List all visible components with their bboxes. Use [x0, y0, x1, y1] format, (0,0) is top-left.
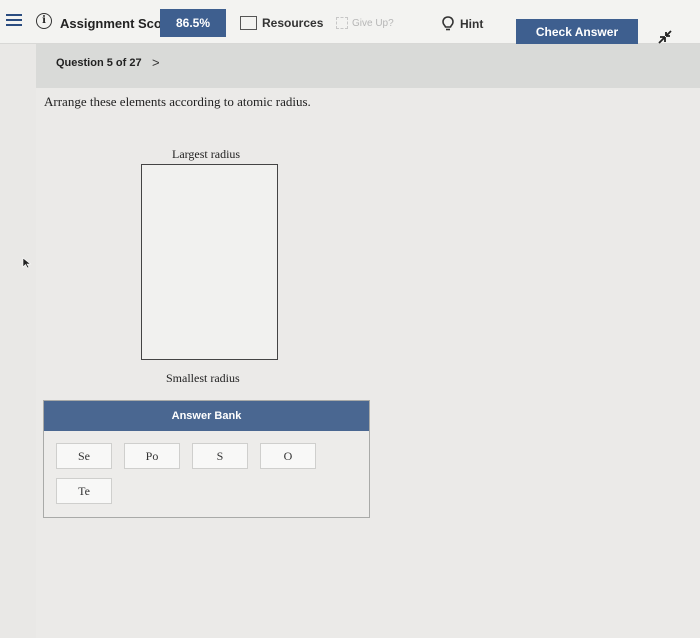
mouse-cursor-icon — [22, 257, 32, 269]
resources-icon — [240, 16, 257, 30]
question-counter: Question 5 of 27 — [56, 57, 142, 69]
next-question-icon[interactable]: > — [152, 55, 160, 70]
hint-button[interactable]: Hint — [442, 15, 483, 33]
element-tile-s[interactable]: S — [192, 443, 248, 469]
resources-label: Resources — [262, 16, 324, 30]
largest-radius-label: Largest radius — [172, 147, 241, 161]
question-panel — [36, 88, 700, 638]
ranking-drop-zone[interactable] — [141, 164, 278, 360]
question-prompt: Arrange these elements according to atom… — [44, 94, 311, 109]
answer-bank: Answer Bank Se Po S O Te — [43, 400, 370, 518]
smallest-radius-label: Smallest radius — [166, 371, 240, 385]
answer-bank-title: Answer Bank — [44, 401, 369, 431]
assignment-score-value: 86.5% — [160, 9, 226, 37]
give-up-icon — [336, 17, 348, 29]
resources-button[interactable]: Resources — [240, 14, 323, 32]
menu-icon[interactable] — [6, 14, 22, 28]
element-tile-se[interactable]: Se — [56, 443, 112, 469]
element-tile-te[interactable]: Te — [56, 478, 112, 504]
hint-label: Hint — [460, 17, 484, 31]
check-answer-button[interactable]: Check Answer — [516, 19, 638, 45]
lightbulb-icon — [442, 16, 454, 31]
give-up-button[interactable]: Give Up? — [336, 14, 394, 32]
info-icon[interactable]: i — [36, 13, 52, 29]
element-tile-o[interactable]: O — [260, 443, 316, 469]
element-tile-po[interactable]: Po — [124, 443, 180, 469]
give-up-label: Give Up? — [352, 17, 394, 29]
